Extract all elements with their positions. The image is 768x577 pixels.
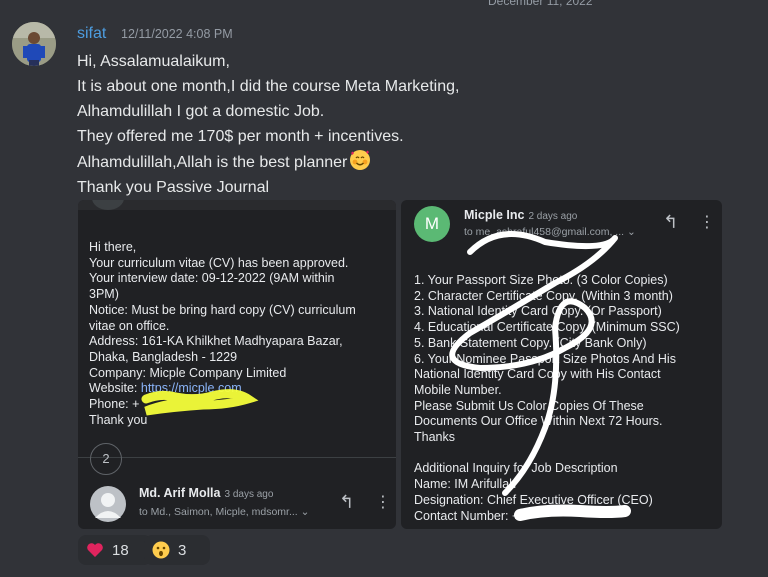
email-line: National Identity Card Copy with His Con… — [414, 367, 661, 382]
email-website: Website: https://micple.com — [89, 381, 242, 396]
chevron-down-icon: ⌄ — [626, 226, 636, 238]
username[interactable]: sifat — [77, 25, 106, 43]
email-line: Notice: Must be bring hard copy (CV) cur… — [89, 302, 356, 317]
recipients-summary[interactable]: to Md., Saimon, Micple, mdsomr... ⌄ — [139, 506, 309, 518]
message-timestamp: 12/11/2022 4:08 PM — [121, 27, 233, 41]
email-line: 5. Bank Statement Copy. (City Bank Only) — [414, 335, 647, 350]
email-line: Documents Our Office Within Next 72 Hour… — [414, 414, 663, 429]
reaction-count: 18 — [112, 541, 129, 559]
reaction-heart[interactable]: 18 — [78, 535, 152, 565]
email-line: vitae on office. — [89, 318, 170, 333]
recipients-summary[interactable]: to me, ashraful458@gmail.com, ... ⌄ — [464, 226, 636, 238]
email-closing: Thank you — [89, 412, 148, 427]
email-phone: Phone: + — [89, 397, 140, 412]
more-options-icon[interactable]: ⋮ — [699, 212, 715, 232]
email-greeting: Hi there, — [89, 240, 137, 254]
default-avatar-icon — [90, 486, 126, 522]
message-body: Hi, Assalamualaikum, It is about one mon… — [77, 49, 459, 200]
email-line: 3PM) — [89, 287, 119, 302]
email-line: Your interview date: 09-12-2022 (9AM wit… — [89, 271, 335, 286]
surprised-face-icon — [152, 541, 170, 559]
email-line: Contact Number: + — [414, 508, 520, 523]
collapsed-messages-count[interactable]: 2 — [90, 443, 122, 475]
smiling-face-with-hearts-icon — [349, 149, 371, 171]
sender-avatar: M — [414, 206, 450, 242]
email-screenshot-left[interactable]: Hi there, Your curriculum vitae (CV) has… — [78, 200, 396, 529]
sender-name: Md. Arif Molla 3 days ago — [139, 486, 274, 500]
email-line: Dhaka, Bangladesh - 1229 — [89, 349, 238, 364]
chevron-down-icon: ⌄ — [300, 506, 310, 518]
message-line: Thank you Passive Journal — [77, 179, 270, 196]
thread-divider — [78, 457, 396, 458]
email-line: Name: IM Arifullah — [414, 477, 517, 492]
message-line-with-emoji: Alhamdulillah,Allah is the best planner — [77, 149, 459, 175]
message-line: Alhamdulillah I got a domestic Job. — [77, 103, 325, 120]
email-line: Company: Micple Company Limited — [89, 365, 287, 380]
reaction-count: 3 — [178, 541, 187, 559]
email-line: 4. Educational Certificate Copy. (Minimu… — [414, 320, 680, 335]
heart-icon — [87, 543, 103, 557]
reply-icon[interactable]: ↰ — [339, 492, 354, 513]
email-line: 3. National Identity Card Copy. (Or Pass… — [414, 304, 662, 319]
email-line: Address: 161-KA Khilkhet Madhyapara Baza… — [89, 334, 343, 349]
email-body: Hi there, Your curriculum vitae (CV) has… — [89, 240, 356, 428]
email-line: Your curriculum vitae (CV) has been appr… — [89, 255, 349, 270]
email-body: 1. Your Passport Size Photo. (3 Color Co… — [414, 273, 680, 524]
email-line: Designation: Chief Executive Officer (CE… — [414, 492, 653, 507]
message-line: Hi, Assalamualaikum, — [77, 53, 230, 70]
sender-name: Micple Inc 2 days ago — [464, 208, 578, 222]
email-line: Mobile Number. — [414, 382, 502, 397]
email-line: Thanks — [414, 430, 455, 445]
email-line — [414, 446, 680, 462]
message-line: It is about one month,I did the course M… — [77, 78, 460, 95]
email-line: Please Submit Us Color Copies Of These — [414, 398, 644, 413]
email-screenshot-right[interactable]: M Micple Inc 2 days ago to me, ashraful45… — [401, 200, 722, 529]
website-link[interactable]: https://micple.com — [141, 381, 242, 395]
email-line: Additional Inquiry for Job Description — [414, 461, 618, 476]
date-divider: December 11, 2022 — [488, 0, 593, 8]
more-options-icon[interactable]: ⋮ — [375, 492, 391, 512]
cropped-header — [78, 200, 396, 210]
message-line: They offered me 170$ per month + incenti… — [77, 128, 404, 145]
user-avatar[interactable] — [12, 22, 56, 66]
email-line: 6. Your Nominee Passport Size Photos And… — [414, 351, 676, 366]
email-line: 2. Character Certificate Copy. (Within 3… — [414, 288, 673, 303]
reaction-surprised[interactable]: 3 — [144, 535, 210, 565]
email-line: 1. Your Passport Size Photo. (3 Color Co… — [414, 273, 668, 287]
reply-icon[interactable]: ↰ — [663, 212, 678, 233]
